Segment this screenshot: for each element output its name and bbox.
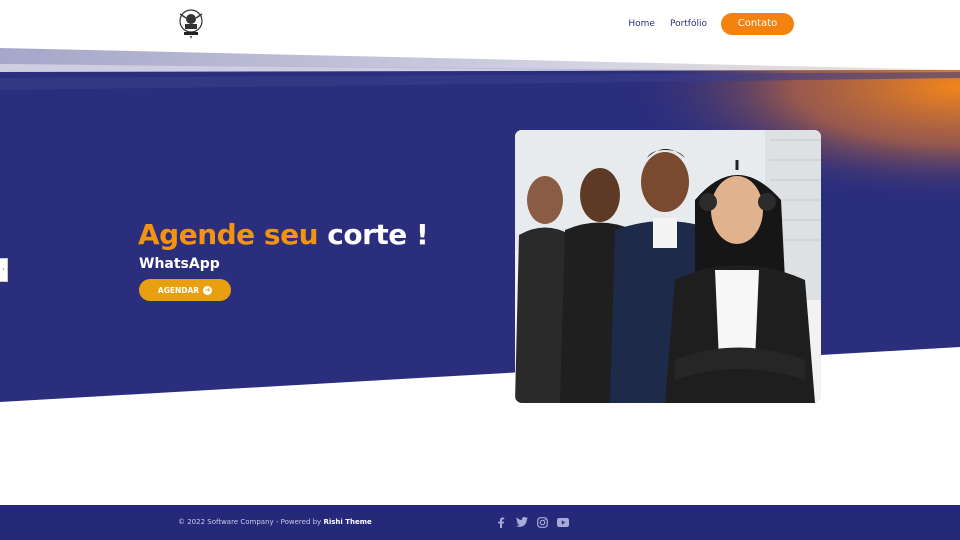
theme-link[interactable]: Rishi Theme bbox=[323, 518, 371, 526]
hero-title-orange: Agende seu bbox=[138, 218, 319, 251]
hero-title-white: corte ! bbox=[327, 218, 429, 251]
social-links bbox=[495, 516, 577, 528]
barber-logo-icon[interactable] bbox=[176, 8, 206, 40]
main-nav: Home Portfólio Contato bbox=[628, 13, 794, 35]
site-footer: © 2022 Software Company - Powered by Ris… bbox=[0, 505, 960, 540]
contact-button[interactable]: Contato bbox=[721, 13, 794, 35]
schedule-button-label: AGENDAR bbox=[157, 285, 200, 295]
copyright-prefix: © 2022 Software Company - Powered by bbox=[178, 518, 322, 526]
twitter-icon[interactable] bbox=[515, 516, 528, 528]
facebook-icon[interactable] bbox=[495, 516, 507, 528]
instagram-icon[interactable] bbox=[536, 516, 548, 528]
chevron-right-icon: › bbox=[2, 266, 5, 273]
hero-subtitle: WhatsApp bbox=[139, 256, 220, 272]
arrow-circle-right-icon: ➔ bbox=[203, 285, 213, 295]
nav-portfolio[interactable]: Portfólio bbox=[670, 14, 707, 34]
youtube-icon[interactable] bbox=[556, 516, 569, 528]
copyright-text: © 2022 Software Company - Powered by Ris… bbox=[178, 518, 372, 526]
nav-home[interactable]: Home bbox=[628, 14, 655, 34]
side-panel-toggle[interactable]: › bbox=[0, 258, 8, 282]
site-header: Home Portfólio Contato bbox=[0, 0, 960, 48]
hero-title: Agende seu corte ! bbox=[138, 218, 429, 251]
schedule-button[interactable]: AGENDAR ➔ bbox=[139, 279, 231, 301]
team-with-headsets-photo bbox=[515, 130, 821, 403]
